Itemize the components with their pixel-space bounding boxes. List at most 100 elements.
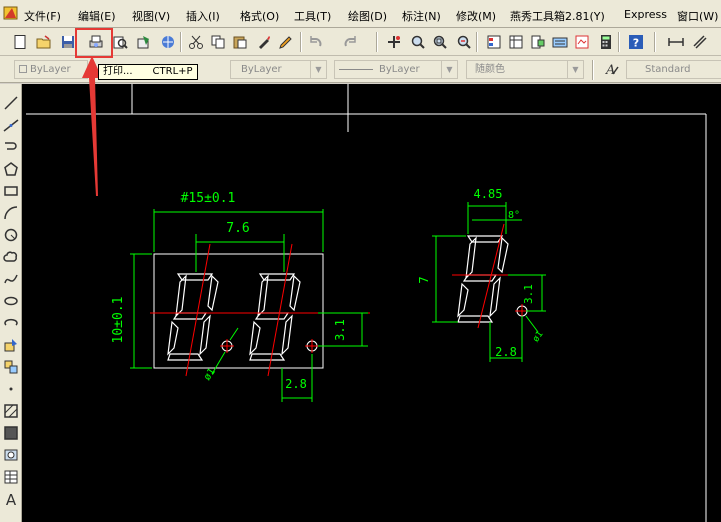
menu-yanxiu-toolbox[interactable]: 燕秀工具箱2.81(Y) <box>510 8 605 24</box>
toolbar-separator <box>476 32 478 52</box>
color-combo-value: 随颜色 <box>475 64 505 75</box>
color-swatch <box>19 65 27 73</box>
dim-segment-height: 3.1 <box>333 319 347 341</box>
revision-cloud-icon[interactable] <box>2 248 20 266</box>
tool-palettes-icon[interactable] <box>528 32 548 52</box>
polyline-icon[interactable] <box>2 138 20 156</box>
multiline-text-icon[interactable]: A <box>2 490 20 508</box>
centerlines <box>150 243 370 377</box>
dim-height-total: 10±0.1 <box>111 297 126 344</box>
plot-3d-icon[interactable] <box>158 32 178 52</box>
dual-digit-display: #15±0.1 7.6 10±0.1 3.1 2.8 ø1 <box>111 191 370 402</box>
chevron-down-icon: ▼ <box>441 61 457 78</box>
ellipse-icon[interactable] <box>2 292 20 310</box>
lineweight-combo-value: ByLayer <box>379 64 420 75</box>
display-outline <box>153 253 324 369</box>
line-icon[interactable] <box>2 94 20 112</box>
match-properties-icon[interactable] <box>254 32 274 52</box>
linetype-combo[interactable]: ByLayer ▼ <box>230 60 327 79</box>
layer-combo[interactable]: ByLayer <box>14 60 88 79</box>
zoom-previous-icon[interactable] <box>454 32 474 52</box>
drawing-svg: #15±0.1 7.6 10±0.1 3.1 2.8 ø1 4.85 8° 7 … <box>26 84 707 522</box>
aligned-dimension-icon[interactable] <box>690 32 710 52</box>
dim-single-width: 4.85 <box>474 187 503 201</box>
text-style-combo[interactable]: Standard <box>626 60 721 79</box>
polygon-icon[interactable] <box>2 160 20 178</box>
toolbar-separator <box>592 60 594 80</box>
insert-block-icon[interactable] <box>2 336 20 354</box>
text-style-icon[interactable]: A <box>602 59 622 79</box>
menu-modify[interactable]: 修改(M) <box>456 8 496 24</box>
region-icon[interactable] <box>2 446 20 464</box>
rectangle-icon[interactable] <box>2 182 20 200</box>
digit-1 <box>167 273 219 361</box>
markup-set-manager-icon[interactable] <box>572 32 592 52</box>
menu-bar: 文件(F) 编辑(E) 视图(V) 插入(I) 格式(O) 工具(T) 绘图(D… <box>0 0 721 28</box>
dim-dp-offset: 2.8 <box>285 377 307 391</box>
menu-view[interactable]: 视图(V) <box>132 8 170 24</box>
autocad-app-icon[interactable] <box>3 5 19 21</box>
dimensions-dual <box>130 209 368 402</box>
menu-tools[interactable]: 工具(T) <box>294 8 331 24</box>
toolbar-separator <box>376 32 378 52</box>
design-center-icon[interactable] <box>506 32 526 52</box>
menu-window[interactable]: 窗口(W) <box>677 8 718 24</box>
point-icon[interactable] <box>2 380 20 398</box>
drawing-canvas[interactable]: #15±0.1 7.6 10±0.1 3.1 2.8 ø1 4.85 8° 7 … <box>22 84 721 522</box>
publish-icon[interactable] <box>134 32 154 52</box>
copy-icon[interactable] <box>208 32 228 52</box>
redo-icon[interactable] <box>340 32 360 52</box>
menu-format[interactable]: 格式(O) <box>240 8 279 24</box>
construction-line-icon[interactable] <box>2 116 20 134</box>
zoom-window-icon[interactable] <box>430 32 450 52</box>
svg-text:A: A <box>6 491 17 507</box>
centerlines-single <box>452 223 542 329</box>
print-tooltip: 打印... CTRL+P <box>98 64 198 80</box>
single-digit-display: 4.85 8° 7 3.1 2.8 ø1 <box>417 187 546 362</box>
undo-icon[interactable] <box>306 32 326 52</box>
draw-toolbar: A <box>0 84 22 522</box>
sheet-set-manager-icon[interactable] <box>550 32 570 52</box>
help-icon[interactable]: ? <box>626 32 646 52</box>
zoom-realtime-icon[interactable] <box>408 32 428 52</box>
cut-icon[interactable] <box>186 32 206 52</box>
menu-file[interactable]: 文件(F) <box>24 8 61 24</box>
properties-palette-icon[interactable] <box>484 32 504 52</box>
new-file-icon[interactable] <box>10 32 30 52</box>
menu-dimension[interactable]: 标注(N) <box>402 8 441 24</box>
paste-icon[interactable] <box>230 32 250 52</box>
menu-draw[interactable]: 绘图(D) <box>348 8 387 24</box>
arc-icon[interactable] <box>2 204 20 222</box>
dim-single-height: 7 <box>417 276 431 283</box>
text-style-combo-value: Standard <box>645 64 691 75</box>
layer-combo-value: ByLayer <box>30 64 71 75</box>
dim-digit-pitch: 7.6 <box>226 221 249 236</box>
color-combo[interactable]: 随颜色 ▼ <box>466 60 584 79</box>
menu-insert[interactable]: 插入(I) <box>186 8 220 24</box>
make-block-icon[interactable] <box>2 358 20 376</box>
linear-dimension-icon[interactable] <box>666 32 686 52</box>
pan-realtime-icon[interactable] <box>384 32 404 52</box>
print-preview-icon[interactable] <box>110 32 130 52</box>
toolbar-separator <box>180 32 182 52</box>
print-button-highlight <box>75 28 113 58</box>
hatch-icon[interactable] <box>2 402 20 420</box>
chevron-down-icon: ▼ <box>310 61 326 78</box>
chevron-down-icon: ▼ <box>567 61 583 78</box>
spline-icon[interactable] <box>2 270 20 288</box>
dim-single-dp-offset: 2.8 <box>495 345 517 359</box>
ellipse-arc-icon[interactable] <box>2 314 20 332</box>
table-icon[interactable] <box>2 468 20 486</box>
quick-calc-icon[interactable] <box>596 32 616 52</box>
block-editor-icon[interactable] <box>276 32 296 52</box>
gradient-icon[interactable] <box>2 424 20 442</box>
circle-icon[interactable] <box>2 226 20 244</box>
toolbar-separator <box>300 32 302 52</box>
linetype-combo-value: ByLayer <box>241 64 282 75</box>
open-file-icon[interactable] <box>34 32 54 52</box>
menu-express[interactable]: Express <box>624 8 667 21</box>
toolbar-separator <box>654 32 656 52</box>
digit-2 <box>249 273 301 361</box>
lineweight-combo[interactable]: ByLayer ▼ <box>334 60 458 79</box>
menu-edit[interactable]: 编辑(E) <box>78 8 116 24</box>
